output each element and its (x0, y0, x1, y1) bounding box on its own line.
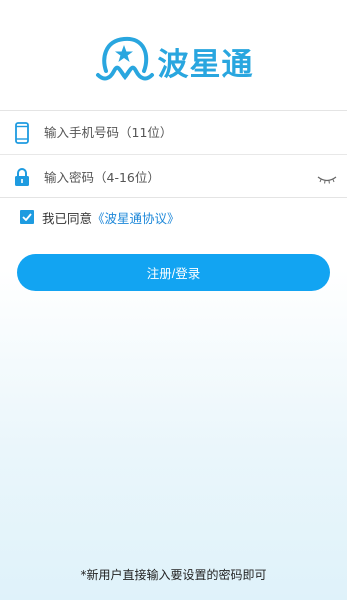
app-logo: 波星通 (0, 28, 347, 88)
phone-row (0, 111, 347, 155)
checkmark-icon (22, 213, 32, 221)
phone-icon (0, 121, 44, 144)
agreement-row: 我已同意 《波星通协议》 (20, 208, 180, 226)
password-input[interactable] (44, 162, 294, 192)
register-login-button[interactable]: 注册/登录 (17, 254, 330, 291)
login-form (0, 110, 347, 198)
new-user-hint: *新用户直接输入要设置的密码即可 (80, 568, 267, 582)
eye-closed-icon[interactable] (317, 170, 337, 189)
lock-icon (0, 167, 44, 187)
agreement-checkbox[interactable] (20, 210, 34, 224)
logo-mark-icon (95, 36, 154, 81)
agreement-link[interactable]: 《波星通协议》 (92, 208, 180, 227)
agreement-text: 我已同意 (42, 210, 93, 226)
phone-input[interactable] (44, 117, 294, 148)
password-row (0, 155, 347, 199)
app-name: 波星通 (157, 46, 254, 83)
